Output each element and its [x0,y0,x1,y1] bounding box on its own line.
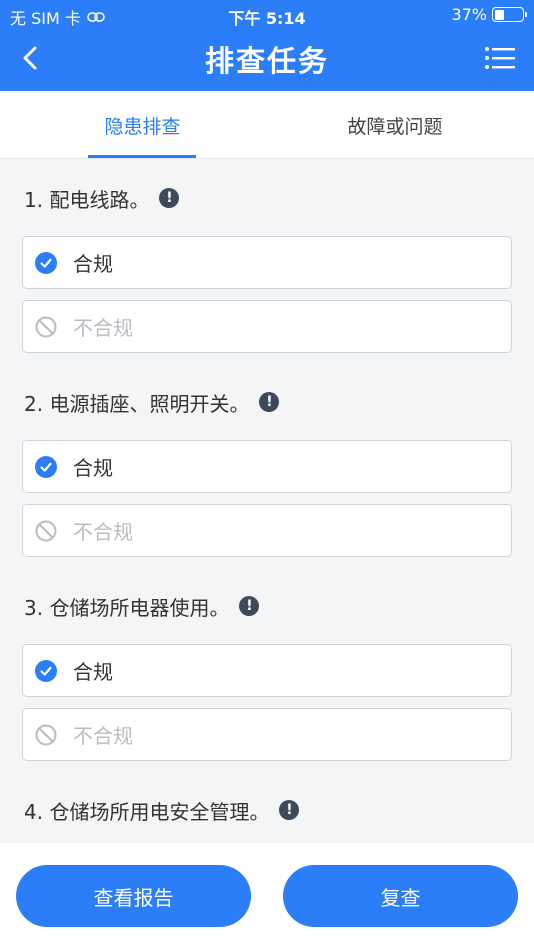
item-title-text: 3. 仓储场所电器使用。 [24,595,230,620]
tab-bar: 隐患排查 故障或问题 [0,91,534,159]
footer-bar: 查看报告 复查 [0,843,534,950]
item-title: 1. 配电线路。 ! [22,160,512,236]
option-compliant[interactable]: 合规 [22,440,512,493]
option-label: 不合规 [73,316,133,340]
ban-icon [35,520,57,541]
view-report-button[interactable]: 查看报告 [16,865,251,927]
check-item: 1. 配电线路。 ! 合规 不合规 [0,160,534,353]
check-item: 3. 仓储场所电器使用。 ! 合规 不合规 [0,568,534,761]
menu-button[interactable] [480,38,520,78]
option-noncompliant[interactable]: 不合规 [22,708,512,761]
option-label: 不合规 [73,520,133,544]
info-icon[interactable]: ! [279,800,300,820]
recheck-button[interactable]: 复查 [283,865,518,927]
option-label: 合规 [73,252,113,276]
status-right: 37% [451,5,527,24]
info-icon[interactable]: ! [239,596,260,616]
ban-icon [35,724,57,745]
option-label: 合规 [73,456,113,480]
option-label: 不合规 [73,724,133,748]
item-title-text: 4. 仓储场所用电安全管理。 [24,799,270,824]
option-compliant[interactable]: 合规 [22,236,512,289]
check-item: 4. 仓储场所用电安全管理。 ! 合规 [0,772,534,843]
option-noncompliant[interactable]: 不合规 [22,300,512,353]
list-menu-icon [485,47,515,69]
option-label: 合规 [73,660,113,684]
info-icon[interactable]: ! [159,188,180,208]
ban-icon [35,316,57,337]
checklist[interactable]: 1. 配电线路。 ! 合规 不合规 2. 电源插座、照明开关。 ! 合规 不合规 [0,160,534,843]
status-bar: 无 SIM 卡 下午 5:14 37% [0,0,534,30]
item-title: 4. 仓储场所用电安全管理。 ! [22,772,512,843]
option-compliant[interactable]: 合规 [22,644,512,697]
item-title: 3. 仓储场所电器使用。 ! [22,568,512,644]
check-circle-icon [35,659,57,682]
check-circle-icon [35,251,57,274]
check-item: 2. 电源插座、照明开关。 ! 合规 不合规 [0,364,534,557]
nav-bar: 排查任务 [0,30,534,91]
check-circle-icon [35,455,57,478]
battery-fill [494,9,505,20]
battery-icon [492,7,527,22]
item-title: 2. 电源插座、照明开关。 ! [22,364,512,440]
option-noncompliant[interactable]: 不合规 [22,504,512,557]
item-title-text: 1. 配电线路。 [24,187,150,212]
info-icon[interactable]: ! [259,392,280,412]
tab-fault-issue[interactable]: 故障或问题 [295,91,495,159]
active-tab-indicator [88,155,196,158]
item-title-text: 2. 电源插座、照明开关。 [24,391,250,416]
page-title: 排查任务 [204,44,329,78]
battery-percent: 37% [451,5,487,24]
app-header: 无 SIM 卡 下午 5:14 37% 排查任务 [0,0,534,91]
tab-hazard-check[interactable]: 隐患排查 [55,91,230,159]
